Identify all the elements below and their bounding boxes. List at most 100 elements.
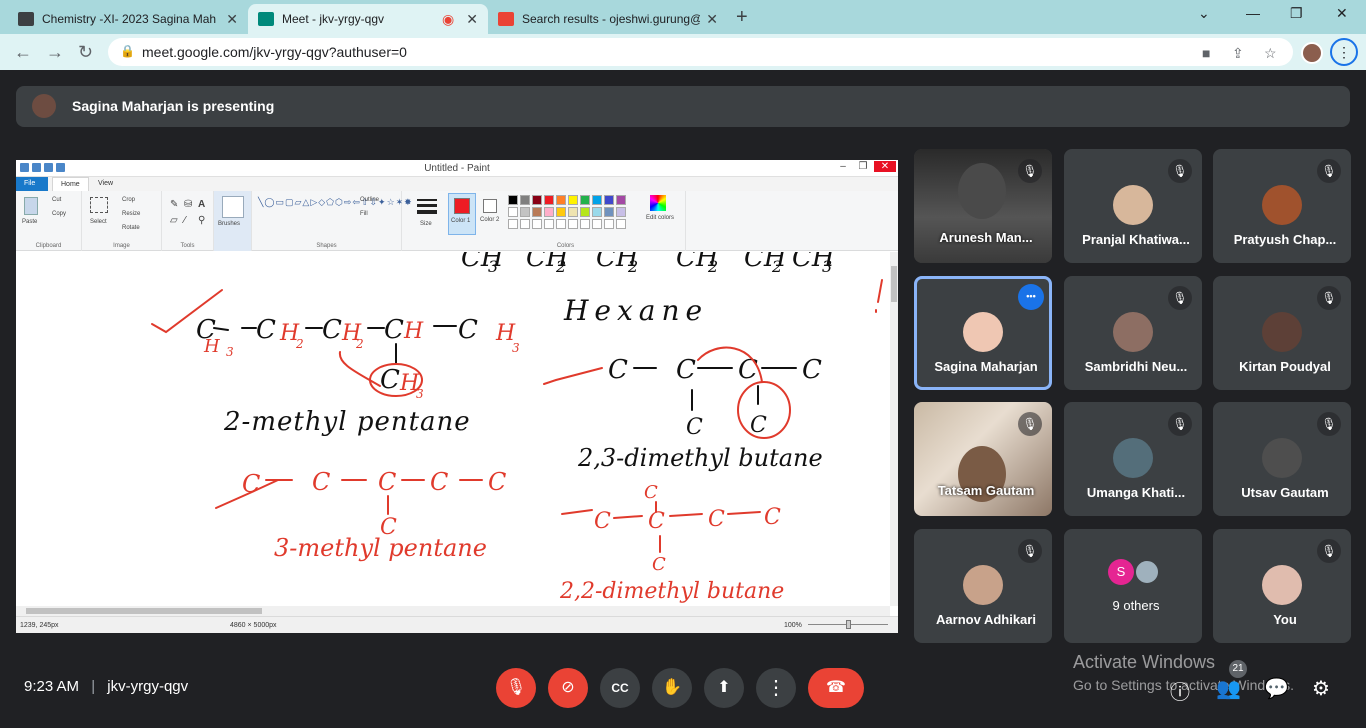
browser-tab-meet[interactable]: Meet - jkv-yrgy-qgv ◉ ✕ bbox=[248, 4, 488, 34]
shapes-gallery-icon[interactable]: ╲◯▭▢▱△▷◇⬠⬡⇨⇦⇧⇩✦☆✶✸ bbox=[258, 197, 412, 231]
more-options-button[interactable]: ⋮ bbox=[756, 668, 796, 708]
url-bar[interactable]: 🔒 meet.google.com/jkv-yrgy-qgv?authuser=… bbox=[108, 38, 1293, 66]
raise-hand-button[interactable]: ✋ bbox=[652, 668, 692, 708]
palette-swatch[interactable] bbox=[568, 195, 578, 205]
palette-swatch-empty[interactable] bbox=[568, 219, 578, 229]
palette-swatch[interactable] bbox=[532, 207, 542, 217]
copy-button[interactable]: Copy bbox=[52, 211, 66, 217]
paint-tab-home[interactable]: Home bbox=[52, 177, 89, 191]
palette-swatch[interactable] bbox=[556, 207, 566, 217]
restore-button[interactable]: ❐ bbox=[1290, 5, 1303, 22]
palette-swatch-empty[interactable] bbox=[532, 219, 542, 229]
tab-search-icon[interactable]: ⌄ bbox=[1198, 5, 1210, 22]
palette-swatch[interactable] bbox=[592, 207, 602, 217]
palette-swatch-empty[interactable] bbox=[520, 219, 530, 229]
paint-canvas[interactable]: CH 3 CH 2 CH 2 CH 2 CH 2 CH 3 Hexane C C… bbox=[16, 252, 890, 606]
paint-close[interactable]: ✕ bbox=[874, 161, 896, 172]
palette-swatch[interactable] bbox=[592, 195, 602, 205]
reload-icon[interactable]: ↻ bbox=[78, 42, 93, 63]
participant-tile[interactable]: 🎙︎ Aarnov Adhikari bbox=[914, 529, 1052, 643]
captions-button[interactable]: CC bbox=[600, 668, 640, 708]
mic-off-button[interactable]: 🎙︎ bbox=[496, 668, 536, 708]
color1-button[interactable]: Color 1 bbox=[448, 193, 476, 235]
browser-tab-chemistry[interactable]: Chemistry -XI- 2023 Sagina Mah ✕ bbox=[8, 4, 248, 34]
bookmark-star-icon[interactable]: ☆ bbox=[1264, 45, 1277, 62]
chat-icon[interactable]: 💬 bbox=[1264, 676, 1289, 701]
resize-button[interactable]: Resize bbox=[122, 211, 140, 217]
camera-icon[interactable]: ■ bbox=[1202, 45, 1210, 61]
participant-tile[interactable]: 🎙︎ Umanga Khati... bbox=[1064, 402, 1202, 516]
palette-swatch[interactable] bbox=[556, 195, 566, 205]
palette-swatch[interactable] bbox=[508, 207, 518, 217]
rotate-button[interactable]: Rotate bbox=[122, 225, 140, 231]
present-button[interactable]: ⬆ bbox=[704, 668, 744, 708]
palette-swatch-empty[interactable] bbox=[508, 219, 518, 229]
palette-swatch-empty[interactable] bbox=[616, 219, 626, 229]
participant-tile[interactable]: 🎙︎ Tatsam Gautam bbox=[914, 402, 1052, 516]
profile-avatar[interactable] bbox=[1301, 42, 1323, 64]
palette-swatch-empty[interactable] bbox=[592, 219, 602, 229]
text-tool-icon[interactable]: A bbox=[198, 199, 205, 210]
palette-swatch-empty[interactable] bbox=[556, 219, 566, 229]
palette-swatch[interactable] bbox=[580, 207, 590, 217]
camera-off-button[interactable]: ⊘ bbox=[548, 668, 588, 708]
participant-tile[interactable]: 🎙︎ Sambridhi Neu... bbox=[1064, 276, 1202, 390]
palette-swatch[interactable] bbox=[568, 207, 578, 217]
participant-tile[interactable]: ••• Sagina Maharjan bbox=[914, 276, 1052, 390]
crop-button[interactable]: Crop bbox=[122, 197, 135, 203]
meeting-details-icon[interactable]: ⓘ bbox=[1170, 676, 1190, 705]
back-icon[interactable]: ← bbox=[14, 42, 32, 63]
lock-icon[interactable]: 🔒 bbox=[120, 44, 135, 58]
forward-icon[interactable]: → bbox=[46, 42, 64, 63]
paint-restore[interactable]: ❐ bbox=[852, 161, 874, 172]
activities-icon[interactable]: ⚙ bbox=[1312, 676, 1330, 701]
palette-swatch[interactable] bbox=[616, 195, 626, 205]
minimize-button[interactable]: — bbox=[1246, 5, 1260, 21]
outline-button[interactable]: Outline bbox=[360, 197, 379, 203]
palette-swatch[interactable] bbox=[544, 207, 554, 217]
palette-swatch[interactable] bbox=[544, 195, 554, 205]
leave-call-button[interactable]: ☎ bbox=[808, 668, 864, 708]
paste-button[interactable]: Paste bbox=[22, 219, 37, 225]
cut-button[interactable]: Cut bbox=[52, 197, 61, 203]
browser-menu-icon[interactable]: ⋮ bbox=[1330, 38, 1358, 66]
size-group[interactable]: Size bbox=[412, 191, 442, 251]
palette-swatch[interactable] bbox=[604, 195, 614, 205]
participant-tile[interactable]: 🎙︎ Pratyush Chap... bbox=[1213, 149, 1351, 263]
palette-swatch[interactable] bbox=[616, 207, 626, 217]
close-tab-icon[interactable]: ✕ bbox=[466, 11, 478, 28]
people-icon[interactable]: 👥 bbox=[1216, 676, 1241, 701]
pencil-icon[interactable]: ✎ bbox=[170, 199, 178, 210]
palette-swatch[interactable] bbox=[520, 207, 530, 217]
palette-swatch-empty[interactable] bbox=[580, 219, 590, 229]
fill-bucket-icon[interactable]: ⛁ bbox=[184, 199, 192, 210]
brushes-button[interactable]: Brushes bbox=[218, 221, 240, 227]
fill-button[interactable]: Fill bbox=[360, 211, 368, 217]
palette-swatch[interactable] bbox=[580, 195, 590, 205]
participant-tile[interactable]: 🎙︎ Arunesh Man... bbox=[914, 149, 1052, 263]
select-button[interactable]: Select bbox=[90, 219, 107, 225]
palette-swatch-empty[interactable] bbox=[604, 219, 614, 229]
color2-button[interactable]: Color 2 bbox=[478, 193, 504, 235]
close-window-button[interactable]: ✕ bbox=[1336, 5, 1348, 22]
participant-tile[interactable]: 🎙︎ Utsav Gautam bbox=[1213, 402, 1351, 516]
more-options-icon[interactable]: ••• bbox=[1018, 284, 1044, 310]
new-tab-button[interactable]: + bbox=[736, 6, 748, 29]
edit-colors-button[interactable]: Edit colors bbox=[646, 215, 674, 221]
color-picker-icon[interactable]: ⁄ bbox=[184, 215, 186, 226]
paint-tab-view[interactable]: View bbox=[90, 177, 121, 191]
paint-vertical-scrollbar[interactable] bbox=[890, 252, 898, 606]
brushes-group[interactable]: Brushes bbox=[214, 191, 252, 251]
close-tab-icon[interactable]: ✕ bbox=[226, 11, 238, 28]
paint-horizontal-scrollbar[interactable] bbox=[16, 606, 890, 616]
participant-tile[interactable]: 🎙︎ Kirtan Poudyal bbox=[1213, 276, 1351, 390]
paint-tab-file[interactable]: File bbox=[16, 177, 48, 191]
palette-swatch[interactable] bbox=[520, 195, 530, 205]
paint-minimize[interactable]: – bbox=[832, 161, 854, 172]
eraser-icon[interactable]: ▱ bbox=[170, 215, 178, 226]
participant-tile[interactable]: S 9 others bbox=[1064, 529, 1202, 643]
close-tab-icon[interactable]: ✕ bbox=[706, 11, 718, 28]
magnifier-icon[interactable]: ⚲ bbox=[198, 215, 205, 226]
palette-swatch[interactable] bbox=[532, 195, 542, 205]
size-button[interactable]: Size bbox=[420, 221, 432, 227]
